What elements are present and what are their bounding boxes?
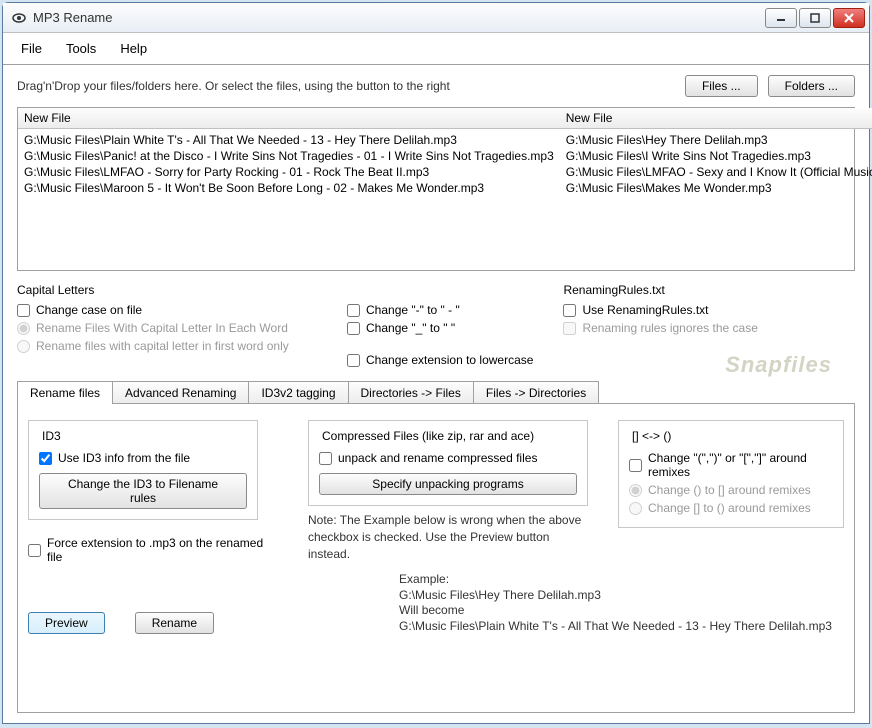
ignore-case-checkbox: [563, 322, 576, 335]
tab-id3v2-tagging[interactable]: ID3v2 tagging: [248, 381, 348, 404]
example-line1: G:\Music Files\Hey There Delilah.mp3: [399, 588, 832, 604]
use-rules-checkbox[interactable]: [563, 304, 576, 317]
capital-radio-each-label: Rename Files With Capital Letter In Each…: [36, 321, 288, 335]
ignore-case-label: Renaming rules ignores the case: [582, 321, 757, 335]
capital-letters-group: Capital Letters Change case on file Rena…: [17, 283, 317, 369]
capital-legend: Capital Letters: [17, 283, 317, 297]
specify-unpacking-button[interactable]: Specify unpacking programs: [319, 473, 577, 495]
brackets-radio-paren-label: Change () to [] around remixes: [648, 483, 811, 497]
tab-directories-to-files[interactable]: Directories -> Files: [348, 381, 474, 404]
rename-button[interactable]: Rename: [135, 612, 214, 634]
window-title: MP3 Rename: [33, 10, 765, 25]
file-list-right[interactable]: G:\Music Files\Hey There Delilah.mp3 G:\…: [560, 129, 872, 199]
menubar: File Tools Help: [3, 33, 869, 65]
list-item[interactable]: G:\Music Files\Hey There Delilah.mp3: [566, 132, 872, 148]
force-ext-label: Force extension to .mp3 on the renamed f…: [47, 536, 278, 564]
changes-group: Change "-" to " - " Change "_" to " " Ch…: [347, 283, 533, 369]
list-item[interactable]: G:\Music Files\Maroon 5 - It Won't Be So…: [24, 180, 554, 196]
folders-button[interactable]: Folders ...: [768, 75, 855, 97]
brackets-radio-square: [629, 502, 642, 515]
capital-radio-first-label: Rename files with capital letter in firs…: [36, 339, 289, 353]
use-rules-label: Use RenamingRules.txt: [582, 303, 708, 317]
menu-tools[interactable]: Tools: [54, 37, 108, 60]
capital-radio-each: [17, 322, 30, 335]
change-ext-lower-checkbox[interactable]: [347, 354, 360, 367]
list-item[interactable]: G:\Music Files\I Write Sins Not Tragedie…: [566, 148, 872, 164]
menu-help[interactable]: Help: [108, 37, 159, 60]
rules-legend: RenamingRules.txt: [563, 283, 757, 297]
list-item[interactable]: G:\Music Files\Panic! at the Disco - I W…: [24, 148, 554, 164]
use-id3-checkbox[interactable]: [39, 452, 52, 465]
compressed-note: Note: The Example below is wrong when th…: [308, 512, 588, 562]
compressed-group: Compressed Files (like zip, rar and ace)…: [308, 420, 588, 506]
files-button[interactable]: Files ...: [685, 75, 758, 97]
brackets-radio-square-label: Change [] to () around remixes: [648, 501, 811, 515]
list-item[interactable]: G:\Music Files\Plain White T's - All Tha…: [24, 132, 554, 148]
brackets-legend: [] <-> (): [629, 429, 674, 443]
minimize-button[interactable]: [765, 8, 797, 28]
change-brackets-checkbox[interactable]: [629, 459, 642, 472]
renaming-rules-group: RenamingRules.txt Use RenamingRules.txt …: [563, 283, 757, 369]
id3-group: ID3 Use ID3 info from the file Change th…: [28, 420, 258, 520]
tab-files-to-directories[interactable]: Files -> Directories: [473, 381, 599, 404]
menu-file[interactable]: File: [9, 37, 54, 60]
unpack-label: unpack and rename compressed files: [338, 451, 537, 465]
close-button[interactable]: [833, 8, 865, 28]
change-brackets-label: Change "(",")" or "[","]" around remixes: [648, 451, 833, 479]
change-underscore-label: Change "_" to " ": [366, 321, 455, 335]
change-id3-rules-button[interactable]: Change the ID3 to Filename rules: [39, 473, 247, 509]
brackets-group: [] <-> () Change "(",")" or "[","]" arou…: [618, 420, 844, 528]
capital-radio-first: [17, 340, 30, 353]
use-id3-label: Use ID3 info from the file: [58, 451, 190, 465]
tab-panel: ID3 Use ID3 info from the file Change th…: [17, 403, 855, 713]
change-dash-checkbox[interactable]: [347, 304, 360, 317]
file-header-left[interactable]: New File: [18, 108, 560, 129]
list-item[interactable]: G:\Music Files\LMFAO - Sexy and I Know I…: [566, 164, 872, 180]
force-ext-checkbox[interactable]: [28, 544, 41, 557]
brackets-radio-paren: [629, 484, 642, 497]
compressed-legend: Compressed Files (like zip, rar and ace): [319, 429, 537, 443]
tabs: Rename files Advanced Renaming ID3v2 tag…: [17, 381, 855, 404]
change-ext-lower-label: Change extension to lowercase: [366, 353, 533, 367]
list-item[interactable]: G:\Music Files\LMFAO - Sorry for Party R…: [24, 164, 554, 180]
example-line3: G:\Music Files\Plain White T's - All Tha…: [399, 619, 832, 635]
change-underscore-checkbox[interactable]: [347, 322, 360, 335]
tab-advanced-renaming[interactable]: Advanced Renaming: [112, 381, 249, 404]
example-block: Example: G:\Music Files\Hey There Delila…: [224, 572, 832, 634]
preview-button[interactable]: Preview: [28, 612, 105, 634]
tab-rename-files[interactable]: Rename files: [17, 381, 113, 404]
example-label: Example:: [399, 572, 832, 588]
list-item[interactable]: G:\Music Files\Makes Me Wonder.mp3: [566, 180, 872, 196]
change-case-checkbox[interactable]: [17, 304, 30, 317]
app-icon: [11, 10, 27, 26]
titlebar: MP3 Rename: [3, 3, 869, 33]
unpack-checkbox[interactable]: [319, 452, 332, 465]
file-list-left[interactable]: G:\Music Files\Plain White T's - All Tha…: [18, 129, 560, 199]
file-header-right[interactable]: New File: [560, 108, 872, 129]
id3-legend: ID3: [39, 429, 64, 443]
dragdrop-label: Drag'n'Drop your files/folders here. Or …: [17, 79, 675, 93]
change-dash-label: Change "-" to " - ": [366, 303, 460, 317]
change-case-label: Change case on file: [36, 303, 142, 317]
example-line2: Will become: [399, 603, 832, 619]
file-lists: New File G:\Music Files\Plain White T's …: [17, 107, 855, 271]
maximize-button[interactable]: [799, 8, 831, 28]
